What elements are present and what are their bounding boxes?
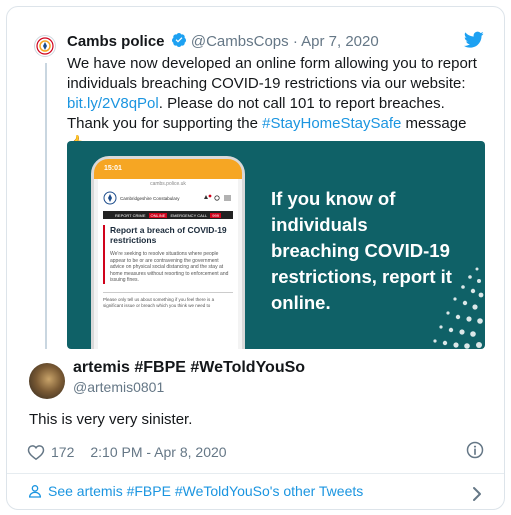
- meta-separator: ·: [292, 33, 302, 50]
- info-icon[interactable]: [466, 441, 484, 459]
- police-crest-icon: [36, 37, 54, 55]
- thread-line: [45, 63, 47, 349]
- phone-bar-right: EMERGENCY CALL: [170, 212, 208, 218]
- tweet-author-handle[interactable]: @artemis0801: [73, 379, 164, 395]
- quoted-date[interactable]: Apr 7, 2020: [301, 33, 379, 50]
- quoted-link[interactable]: bit.ly/2V8qPol: [67, 95, 159, 112]
- phone-header-icons: [204, 194, 231, 201]
- phone-bar-number: 999: [210, 212, 221, 218]
- verified-badge-icon: [171, 33, 186, 47]
- see-other-tweets-label[interactable]: See artemis #FBPE #WeToldYouSo's other T…: [48, 483, 363, 499]
- phone-screen: cambs.police.uk Cambridgeshire Constabul…: [98, 179, 238, 349]
- phone-logo-row: Cambridgeshire Constabulary: [98, 187, 238, 209]
- tweet-meta-row: 172 2:10 PM - Apr 8, 2020: [27, 443, 227, 461]
- phone-url: cambs.police.uk: [150, 181, 186, 187]
- phone-paragraph: We're seeking to resolve situations wher…: [110, 251, 229, 283]
- stayhomestaysafe-hashtag[interactable]: #StayHomeStaySafe: [262, 115, 401, 132]
- phone-logo-text: Cambridgeshire Constabulary: [120, 195, 180, 201]
- phone-paragraph-2: Please only tell us about something if y…: [103, 291, 233, 309]
- cambs-police-avatar[interactable]: [34, 35, 56, 57]
- embedded-tweet-card: Cambs police @CambsCops · Apr 7, 2020 We…: [6, 6, 505, 510]
- heart-icon[interactable]: [27, 443, 45, 461]
- quoted-author-name[interactable]: Cambs police: [67, 33, 165, 50]
- phone-bar-badge: ONLINE: [148, 212, 168, 218]
- phone-mockup: 15:01 cambs.police.uk Cambridgeshire Con…: [91, 156, 245, 349]
- quoted-tweet-media[interactable]: 15:01 cambs.police.uk Cambridgeshire Con…: [67, 141, 485, 349]
- dot-pattern-decoration: [433, 267, 484, 349]
- see-other-tweets-link[interactable]: See artemis #FBPE #WeToldYouSo's other T…: [27, 483, 363, 499]
- quoted-tweet-text: We have now developed an online form all…: [67, 54, 487, 154]
- artemis-avatar[interactable]: [29, 363, 65, 399]
- phone-article: Report a breach of COVID-19 restrictions…: [103, 225, 233, 284]
- footer-divider: [7, 473, 504, 474]
- phone-report-bar: REPORT CRIME ONLINE EMERGENCY CALL 999: [103, 211, 233, 219]
- chevron-right-icon[interactable]: [472, 486, 482, 502]
- phone-status-bar: 15:01: [94, 159, 242, 179]
- person-icon: [28, 485, 42, 498]
- like-count[interactable]: 172: [51, 444, 74, 460]
- quoted-handle[interactable]: @CambsCops: [191, 33, 289, 50]
- phone-bar-left: REPORT CRIME: [115, 212, 146, 218]
- quoted-text-part1: We have now developed an online form all…: [67, 55, 477, 92]
- tweet-text: This is very very sinister.: [29, 411, 193, 428]
- twitter-bird-icon[interactable]: [464, 31, 484, 49]
- quoted-tweet-header: Cambs police @CambsCops · Apr 7, 2020: [67, 32, 379, 50]
- phone-heading: Report a breach of COVID-19 restrictions: [110, 225, 227, 245]
- tweet-timestamp[interactable]: 2:10 PM - Apr 8, 2020: [90, 444, 226, 460]
- constabulary-crest-icon: [103, 191, 117, 205]
- tweet-author-name[interactable]: artemis #FBPE #WeToldYouSo: [73, 359, 305, 377]
